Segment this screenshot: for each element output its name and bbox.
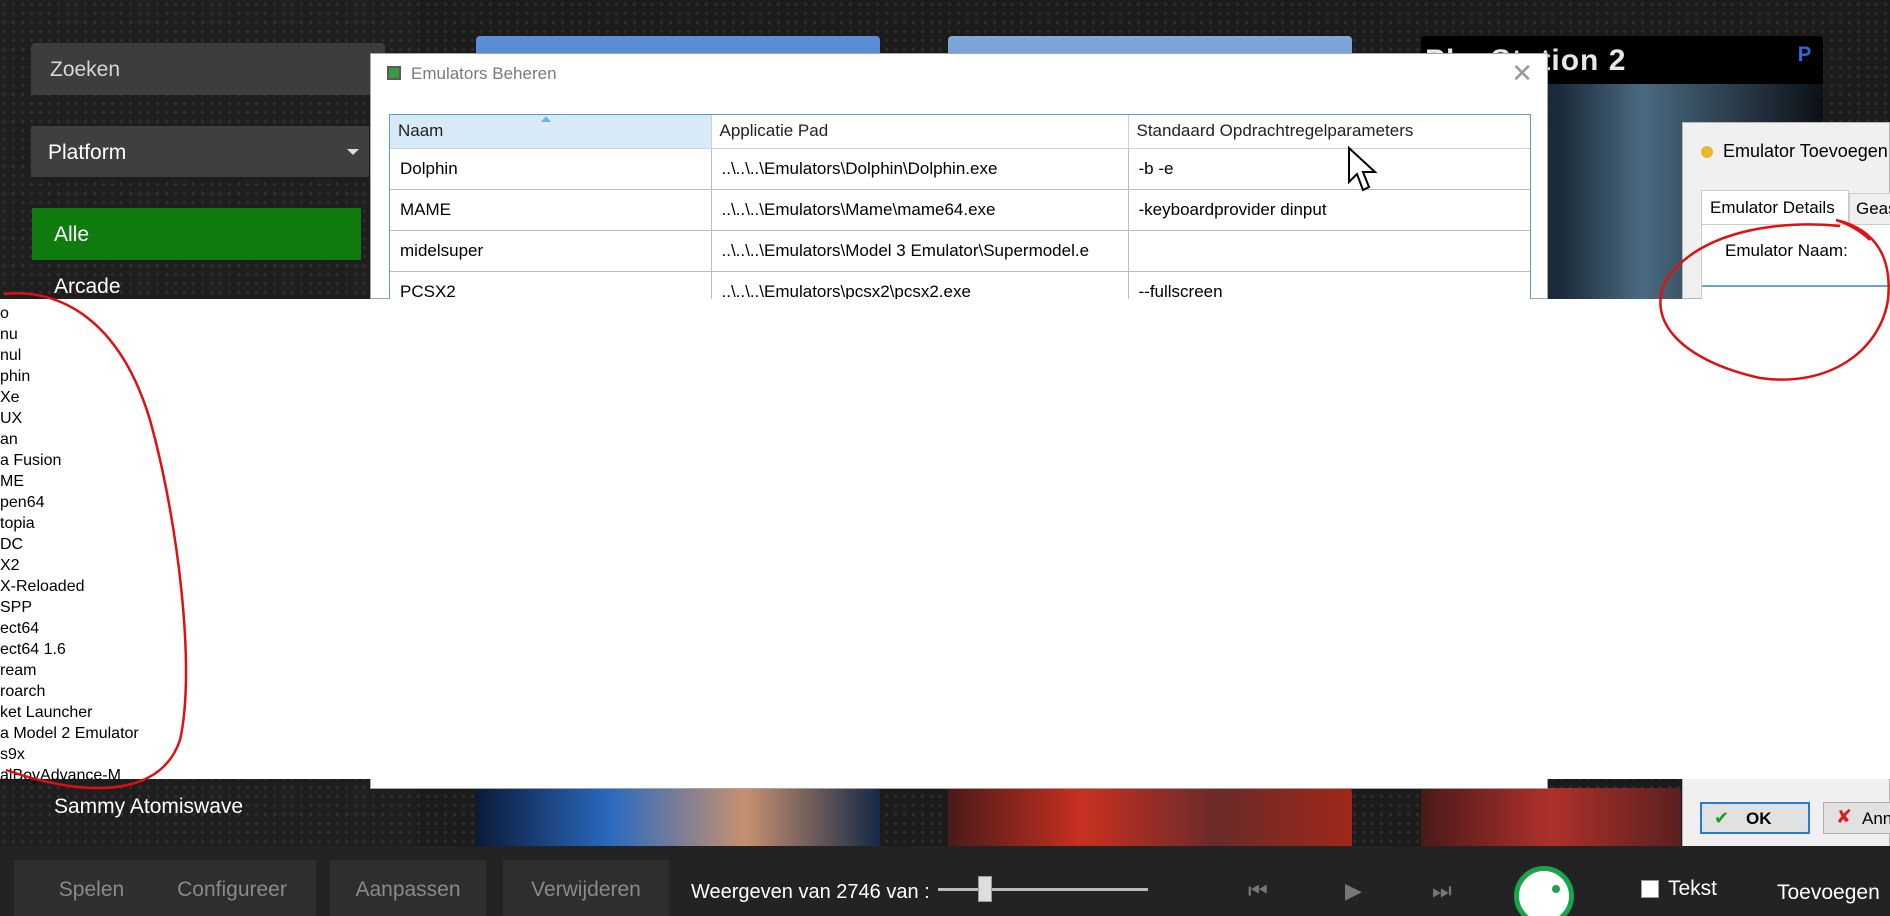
column-header-naam[interactable]: Naam: [390, 115, 712, 149]
cell-path: ..\..\..\Emulators\pcsx2\pcsx2.exe: [711, 271, 1129, 299]
skip-back-icon[interactable]: ⏮: [1248, 878, 1268, 904]
results-count: Weergeven van 2746 van :: [691, 881, 930, 903]
skip-forward-icon[interactable]: ⏭: [1432, 878, 1452, 904]
zoom-slider-thumb[interactable]: [978, 876, 992, 902]
platform-dropdown-label: Platform: [48, 141, 127, 164]
toevoegen-button[interactable]: Toevoegen: [1777, 881, 1880, 905]
column-header-parameters[interactable]: Standaard Opdrachtregelparameters: [1128, 115, 1530, 149]
platform-dropdown[interactable]: Platform: [31, 126, 369, 177]
cell-params: [1128, 230, 1530, 272]
add-emulator-icon: [1701, 146, 1713, 158]
table-row[interactable]: midelsuper ..\..\..\Emulators\Model 3 Em…: [390, 230, 1530, 272]
close-icon[interactable]: ✕: [1511, 58, 1533, 89]
configure-button[interactable]: Configureer: [148, 860, 316, 916]
cell-name: Dolphin: [390, 148, 712, 190]
bottom-toolbar: Spelen Configureer Aanpassen Verwijderen…: [0, 846, 1890, 916]
play-icon[interactable]: ▶: [1345, 878, 1362, 904]
cell-path: ..\..\..\Emulators\Model 3 Emulator\Supe…: [711, 230, 1129, 272]
search-input[interactable]: Zoeken: [31, 43, 385, 95]
column-header-applicatie-pad[interactable]: Applicatie Pad: [711, 115, 1129, 149]
table-row[interactable]: PCSX2 ..\..\..\Emulators\pcsx2\pcsx2.exe…: [390, 271, 1530, 299]
red-annotation-circle-list: [3, 292, 188, 790]
sidebar-item-alle[interactable]: Alle: [32, 208, 361, 260]
emulators-grid: Naam Applicatie Pad Standaard Opdrachtre…: [389, 114, 1531, 300]
cell-name: midelsuper: [390, 230, 712, 272]
emulator-list-popup: [0, 299, 1890, 779]
play-game-button[interactable]: Spelen: [14, 860, 169, 916]
playstation-logo-icon: ᴾ: [1798, 42, 1811, 75]
tekst-label: Tekst: [1668, 877, 1718, 900]
mouse-cursor-icon: [1348, 146, 1378, 192]
chevron-down-icon: [347, 149, 359, 155]
tekst-checkbox[interactable]: [1641, 880, 1659, 898]
cell-path: ..\..\..\Emulators\Dolphin\Dolphin.exe: [711, 148, 1129, 190]
dialog-title: Emulators Beheren: [411, 64, 557, 83]
cell-params: -keyboardprovider dinput: [1128, 189, 1530, 231]
red-annotation-circle-name: [1659, 218, 1890, 381]
customize-button[interactable]: Aanpassen: [330, 860, 486, 916]
cancel-x-icon: ✘: [1836, 807, 1852, 828]
cell-params: -b -e: [1128, 148, 1530, 190]
delete-button[interactable]: Verwijderen: [503, 860, 669, 916]
game-tile[interactable]: [476, 788, 880, 852]
checkmark-icon: ✔: [1714, 808, 1730, 828]
game-tile[interactable]: [1421, 788, 1681, 852]
knob-indicator-icon: [1552, 885, 1560, 893]
add-dialog-title: Emulator Toevoegen: [1723, 141, 1888, 161]
zoom-slider[interactable]: [938, 888, 1148, 891]
game-tile[interactable]: [948, 788, 1352, 852]
emulators-dialog-footer: [370, 779, 1548, 789]
emulator-app-icon: [387, 66, 401, 80]
ok-button[interactable]: ✔ OK: [1700, 802, 1810, 834]
sort-ascending-icon: [541, 116, 551, 122]
cell-path: ..\..\..\Emulators\Mame\mame64.exe: [711, 189, 1129, 231]
add-dialog-footer: ✔ OK ✘ Ann: [1682, 779, 1890, 855]
cell-name: PCSX2: [390, 271, 712, 299]
table-row[interactable]: MAME ..\..\..\Emulators\Mame\mame64.exe …: [390, 189, 1530, 231]
cell-params: --fullscreen: [1128, 271, 1530, 299]
cancel-button[interactable]: ✘ Ann: [1823, 802, 1890, 834]
cell-name: MAME: [390, 189, 712, 231]
volume-knob[interactable]: [1514, 866, 1574, 916]
